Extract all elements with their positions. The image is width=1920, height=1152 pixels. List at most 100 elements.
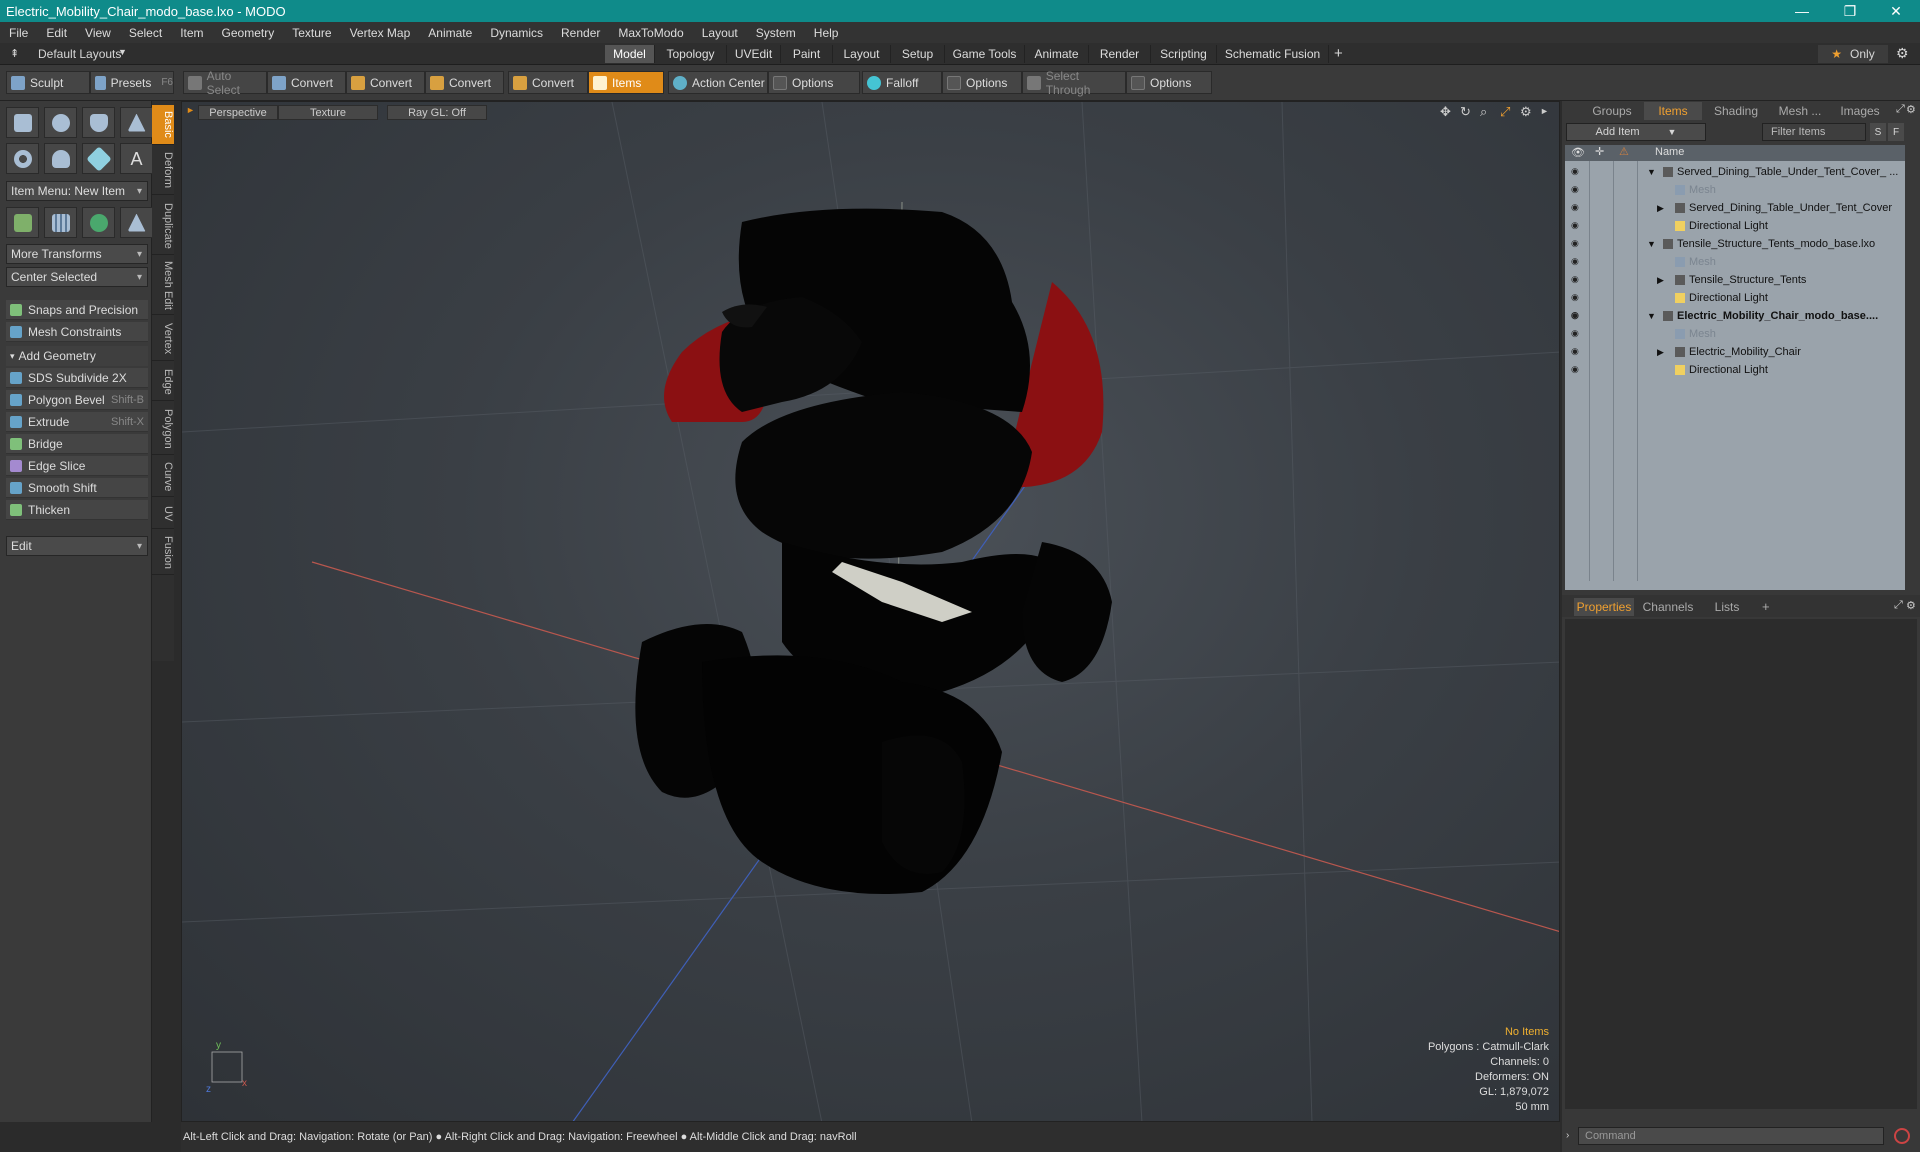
expand-arrow-icon[interactable]: ▶ [1657,275,1664,286]
list-item[interactable]: ◉ Mesh [1565,325,1905,343]
list-item[interactable]: ◉ ▶ Tensile_Structure_Tents [1565,271,1905,289]
minimize-button[interactable]: — [1780,0,1824,22]
sds-subdivide-button[interactable]: SDS Subdivide 2X [6,368,148,388]
add-geometry-section[interactable]: ▾ Add Geometry [6,346,148,366]
visibility-eye-icon[interactable]: ◉ [1571,274,1583,286]
tab-game-tools[interactable]: Game Tools [945,45,1025,63]
command-input[interactable]: Command [1578,1127,1884,1145]
3d-viewport[interactable]: ► Perspective Texture Ray GL: Off ✥ ↻ ⌕ … [181,101,1560,1122]
visibility-eye-icon[interactable]: ◉ [1571,346,1583,358]
cone-icon[interactable] [120,107,153,138]
default-layouts-dropdown[interactable]: Default Layouts [38,47,121,61]
list-item[interactable]: ◉ Mesh [1565,253,1905,271]
list-item[interactable]: ◉ ▼ Served_Dining_Table_Under_Tent_Cover_ … [1565,163,1905,181]
tab-model[interactable]: Model [605,45,655,63]
tab-layout[interactable]: Layout [833,45,891,63]
smooth-shift-button[interactable]: Smooth Shift [6,478,148,498]
tab-groups[interactable]: Groups [1582,102,1642,120]
vtab-uv[interactable]: UV [152,499,174,529]
list-item[interactable]: ◉ ▶ Electric_Mobility_Chair [1565,343,1905,361]
sculpt-button[interactable]: Sculpt [6,71,90,94]
menu-dynamics[interactable]: Dynamics [481,26,552,40]
mesh-constraints-button[interactable]: Mesh Constraints [6,322,148,342]
menu-layout[interactable]: Layout [693,26,747,40]
transform-icon[interactable] [6,207,39,238]
list-item[interactable]: ◉ ▼ Electric_Mobility_Chair_modo_base.... [1565,307,1905,325]
pen-tool-icon[interactable] [82,143,115,174]
options-button-3[interactable]: Options [1126,71,1212,94]
tab-uvedit[interactable]: UVEdit [727,45,781,63]
list-item[interactable]: ◉ Directional Light [1565,361,1905,379]
visibility-eye-icon[interactable]: ◉ [1571,184,1583,196]
convert-button-2[interactable]: Convert [346,71,425,94]
expand-arrow-icon[interactable]: ▼ [1647,167,1656,177]
menu-system[interactable]: System [747,26,805,40]
layout-icon[interactable]: ⇞ [10,47,19,60]
vtab-deform[interactable]: Deform [152,147,174,195]
pyramid-icon[interactable] [120,207,153,238]
panel-gear-icon[interactable]: ⚙ [1906,103,1916,116]
add-tab-icon[interactable]: + [1762,599,1770,614]
expand-arrow-icon[interactable]: ▼ [1647,239,1656,249]
options-button-1[interactable]: Options [768,71,860,94]
menu-edit[interactable]: Edit [37,26,76,40]
list-item[interactable]: ◉ Mesh [1565,181,1905,199]
expand-arrow-icon[interactable]: ▶ [1657,203,1664,214]
visibility-eye-icon[interactable]: ◉ [1571,292,1583,304]
tab-properties[interactable]: Properties [1574,598,1634,616]
sphere-icon[interactable] [44,107,77,138]
tab-render[interactable]: Render [1089,45,1151,63]
action-center-button[interactable]: Action Center [668,71,768,94]
tab-scripting[interactable]: Scripting [1151,45,1217,63]
items-button[interactable]: Items [588,71,664,94]
select-through-button[interactable]: Select Through [1022,69,1126,97]
convert-button-1[interactable]: Convert [267,71,346,94]
edit-dropdown[interactable]: Edit [6,536,148,556]
tab-setup[interactable]: Setup [891,45,945,63]
visibility-eye-icon[interactable]: ◉ [1571,202,1583,214]
tab-animate[interactable]: Animate [1025,45,1089,63]
tab-paint[interactable]: Paint [781,45,833,63]
thicken-button[interactable]: Thicken [6,500,148,520]
expand-arrow-icon[interactable]: ▼ [1647,311,1656,321]
expand-arrow-icon[interactable]: ▶ [1657,347,1664,358]
convert-button-4[interactable]: Convert [508,71,588,94]
panel-expand-icon[interactable]: ⤢ [1896,103,1905,116]
visibility-eye-icon[interactable]: ◉ [1571,166,1583,178]
vtab-fusion[interactable]: Fusion [152,531,174,575]
tab-channels[interactable]: Channels [1638,598,1698,616]
extrude-button[interactable]: Extrude Shift-X [6,412,148,432]
list-item[interactable]: ◉ Directional Light [1565,217,1905,235]
visibility-eye-icon[interactable]: ◉ [1571,364,1583,376]
center-selected-dropdown[interactable]: Center Selected [6,267,148,287]
cylinder-icon[interactable] [82,107,115,138]
list-item[interactable]: ◉ ▶ Served_Dining_Table_Under_Tent_Cover [1565,199,1905,217]
vtab-basic[interactable]: Basic [152,105,174,145]
menu-help[interactable]: Help [805,26,848,40]
visibility-eye-icon[interactable]: ◉ [1571,310,1583,322]
vtab-curve[interactable]: Curve [152,457,174,497]
auto-select-button[interactable]: Auto Select [183,69,267,97]
tab-topology[interactable]: Topology [655,45,727,63]
menu-vertex-map[interactable]: Vertex Map [341,26,420,40]
panel-expand-icon[interactable]: ⤢ [1894,599,1903,612]
vtab-polygon[interactable]: Polygon [152,403,174,455]
snaps-precision-button[interactable]: Snaps and Precision [6,300,148,320]
record-icon[interactable] [1894,1128,1910,1144]
menu-geometry[interactable]: Geometry [213,26,284,40]
tab-mesh[interactable]: Mesh ... [1770,102,1830,120]
menu-item[interactable]: Item [171,26,212,40]
menu-select[interactable]: Select [120,26,171,40]
menu-texture[interactable]: Texture [283,26,340,40]
list-item[interactable]: ◉ Directional Light [1565,289,1905,307]
grid-icon[interactable] [44,207,77,238]
visibility-eye-icon[interactable]: ◉ [1571,328,1583,340]
tab-images[interactable]: Images [1832,102,1888,120]
vtab-edge[interactable]: Edge [152,363,174,401]
edge-slice-button[interactable]: Edge Slice [6,456,148,476]
polygon-bevel-button[interactable]: Polygon Bevel Shift-B [6,390,148,410]
tab-shading[interactable]: Shading [1704,102,1768,120]
menu-animate[interactable]: Animate [419,26,481,40]
more-transforms-dropdown[interactable]: More Transforms [6,244,148,264]
filter-items-input[interactable]: Filter Items [1762,123,1866,141]
